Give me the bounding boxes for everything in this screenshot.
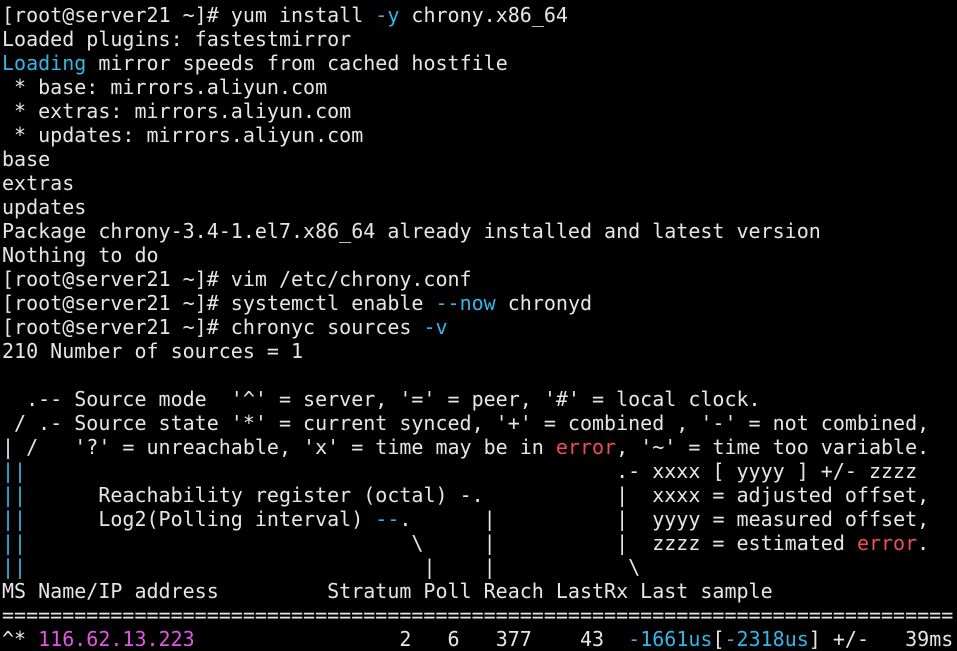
terminal-text-segment: * updates: mirrors.aliyun.com	[2, 123, 364, 147]
terminal-text-segment: Log2(Polling interval)	[26, 507, 376, 531]
terminal-text-segment: .- xxxx [ yyyy ] +/- zzzz	[26, 459, 918, 483]
terminal-line-sources-table-separator: ========================================…	[2, 603, 957, 627]
terminal-text-segment: * base: mirrors.aliyun.com	[2, 75, 328, 99]
terminal-text-segment: ^*	[2, 627, 39, 651]
terminal-text-segment: .	[917, 531, 930, 555]
terminal-text-segment: -2318us	[724, 627, 809, 651]
terminal-text-segment: Nothing to do	[2, 243, 159, 267]
terminal-line-legend-estimated-error: || \ | | zzzz = estimated error.	[2, 531, 957, 555]
terminal-line-output-number-of-sources: 210 Number of sources = 1	[2, 339, 957, 363]
terminal-line-output-package-installed: Package chrony-3.4-1.el7.x86_64 already …	[2, 219, 957, 243]
terminal-text-segment: --now	[435, 291, 496, 315]
terminal-text-segment: -1661us	[628, 627, 713, 651]
terminal-text-segment: . | | yyyy = measured offset,	[399, 507, 930, 531]
terminal-text-segment: mirror speeds from cached hostfile	[86, 51, 508, 75]
terminal-text-segment: MS Name/IP address Stratum Poll Reach La…	[2, 579, 773, 603]
terminal-text-segment: * extras: mirrors.aliyun.com	[2, 99, 352, 123]
terminal-text-segment: | | \	[26, 555, 641, 579]
terminal-line-command-vim-chrony-conf: [root@server21 ~]# vim /etc/chrony.conf	[2, 267, 957, 291]
terminal-text-segment: ] +/- 39ms	[808, 627, 954, 651]
terminal-line-blank-line	[2, 363, 957, 387]
terminal-text-segment: ||	[2, 483, 27, 507]
terminal-line-legend-source-mode: .-- Source mode '^' = server, '=' = peer…	[2, 387, 957, 411]
terminal-text-segment: .-- Source mode '^' = server, '=' = peer…	[2, 387, 761, 411]
terminal-line-legend-state-unreachable: | / '?' = unreachable, 'x' = time may be…	[2, 435, 957, 459]
terminal-text-segment: [	[712, 627, 725, 651]
terminal-text-segment: updates	[2, 195, 87, 219]
terminal-line-output-mirror-extras: * extras: mirrors.aliyun.com	[2, 99, 957, 123]
terminal-line-output-nothing-to-do: Nothing to do	[2, 243, 957, 267]
terminal-text-segment: error	[555, 435, 617, 459]
terminal-line-command-systemctl-enable: [root@server21 ~]# systemctl enable --no…	[2, 291, 957, 315]
terminal-text-segment: Loading	[2, 51, 87, 75]
terminal-line-legend-pointer-lines: || | | \	[2, 555, 957, 579]
terminal-text-segment: Package chrony-3.4-1.el7.x86_64 already …	[2, 219, 821, 243]
terminal-line-sources-table-header: MS Name/IP address Stratum Poll Reach La…	[2, 579, 957, 603]
terminal-line-output-repo-base: base	[2, 147, 957, 171]
terminal-text-segment: -y	[375, 3, 400, 27]
terminal-text-segment: 116.62.13.223	[38, 627, 195, 651]
terminal-line-output-repo-updates: updates	[2, 195, 957, 219]
terminal-text-segment: --	[375, 507, 400, 531]
terminal-line-output-mirror-updates: * updates: mirrors.aliyun.com	[2, 123, 957, 147]
terminal-line-legend-reachability: || Reachability register (octal) -. | xx…	[2, 483, 957, 507]
terminal-text-segment: | / '?' = unreachable, 'x' = time may be…	[2, 435, 556, 459]
terminal-text-segment: [root@server21 ~]# chronyc sources	[2, 315, 424, 339]
terminal-text-segment: Reachability register (octal) -. | xxxx …	[26, 483, 930, 507]
terminal-text-segment: error	[856, 531, 918, 555]
terminal-text-segment: chrony.x86_64	[399, 3, 568, 27]
terminal-line-output-mirror-base: * base: mirrors.aliyun.com	[2, 75, 957, 99]
terminal-line-output-loaded-plugins: Loaded plugins: fastestmirror	[2, 27, 957, 51]
terminal-text-segment: [root@server21 ~]# systemctl enable	[2, 291, 436, 315]
terminal-text-segment: ||	[2, 507, 27, 531]
terminal-line-output-loading-mirrors: Loading mirror speeds from cached hostfi…	[2, 51, 957, 75]
terminal-text-segment: / .- Source state '*' = current synced, …	[2, 411, 930, 435]
terminal-text-segment: \ | | zzzz = estimated	[26, 531, 857, 555]
terminal-line-command-yum-install: [root@server21 ~]# yum install -y chrony…	[2, 3, 957, 27]
terminal-line-legend-sample-format: || .- xxxx [ yyyy ] +/- zzzz	[2, 459, 957, 483]
terminal-line-legend-source-state: / .- Source state '*' = current synced, …	[2, 411, 957, 435]
terminal-text-segment: ========================================…	[2, 603, 954, 627]
terminal-line-sources-table-row: ^* 116.62.13.223 2 6 377 43 -1661us[-231…	[2, 627, 957, 651]
terminal-text-segment: base	[2, 147, 51, 171]
terminal-line-legend-polling-interval: || Log2(Polling interval) --. | | yyyy =…	[2, 507, 957, 531]
terminal-text-segment: , '~' = time too variable.	[616, 435, 930, 459]
terminal-text-segment: Loaded plugins: fastestmirror	[2, 27, 352, 51]
terminal-line-output-repo-extras: extras	[2, 171, 957, 195]
terminal-text-segment: ||	[2, 459, 27, 483]
terminal-window[interactable]: [root@server21 ~]# yum install -y chrony…	[0, 0, 957, 651]
terminal-text-segment: [root@server21 ~]# vim /etc/chrony.conf	[2, 267, 472, 291]
terminal-text-segment: -v	[423, 315, 448, 339]
terminal-text-segment: ||	[2, 531, 27, 555]
terminal-text-segment: chronyd	[495, 291, 593, 315]
terminal-text-segment: ||	[2, 555, 27, 579]
terminal-text-segment: [root@server21 ~]# yum install	[2, 3, 376, 27]
terminal-text-segment: 2 6 377 43	[194, 627, 629, 651]
terminal-line-command-chronyc-sources: [root@server21 ~]# chronyc sources -v	[2, 315, 957, 339]
terminal-text-segment: 210 Number of sources = 1	[2, 339, 304, 363]
terminal-text-segment: extras	[2, 171, 75, 195]
